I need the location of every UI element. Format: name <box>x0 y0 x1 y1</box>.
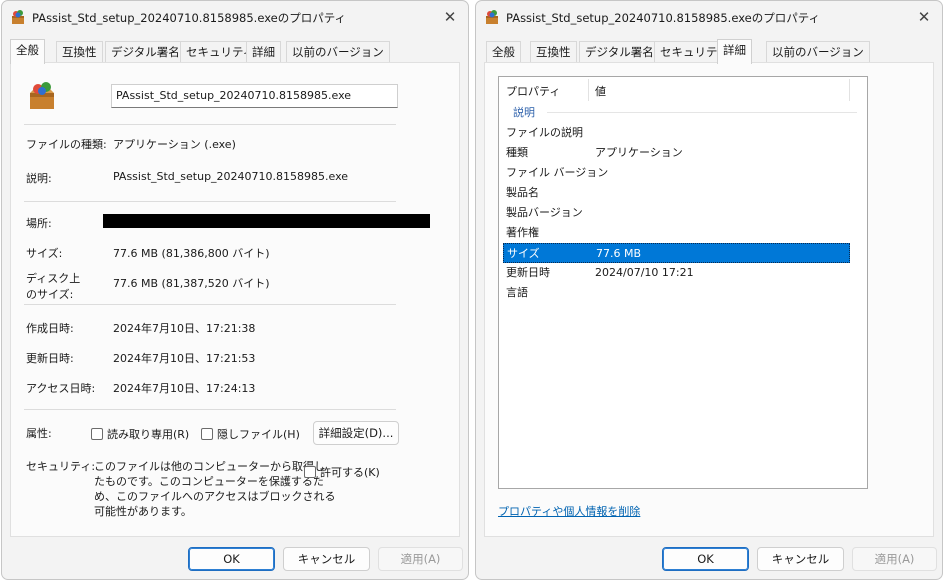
description-label: 説明: <box>26 172 52 185</box>
checkbox-box[interactable] <box>304 466 316 478</box>
list-item[interactable]: 言語 <box>503 283 850 303</box>
separator <box>24 124 396 125</box>
property-name: 言語 <box>506 286 528 299</box>
type-value: アプリケーション (.exe) <box>113 138 236 151</box>
hidden-checkbox-label: 隠しファイル(H) <box>217 428 300 441</box>
property-name: 製品名 <box>506 186 539 199</box>
tab-details[interactable]: 詳細 <box>717 39 752 64</box>
description-value: PAssist_Std_setup_20240710.8158985.exe <box>113 170 349 183</box>
list-item[interactable]: 種類 アプリケーション <box>503 143 850 163</box>
dialog-footer: OK キャンセル 適用(A) <box>476 537 942 579</box>
window-title: PAssist_Std_setup_20240710.8158985.exeのプ… <box>506 11 821 25</box>
window-title: PAssist_Std_setup_20240710.8158985.exeのプ… <box>32 11 347 25</box>
tab-digital-signatures[interactable]: デジタル署名 <box>105 41 186 63</box>
advanced-button[interactable]: 詳細設定(D)... <box>313 421 399 445</box>
close-icon[interactable]: ✕ <box>440 7 460 27</box>
remove-properties-link[interactable]: プロパティや個人情報を削除 <box>498 503 640 519</box>
installer-icon <box>12 10 24 24</box>
readonly-checkbox-label: 読み取り専用(R) <box>107 428 190 441</box>
checkbox-box[interactable] <box>91 428 103 440</box>
disk-size-label-line2: のサイズ: <box>26 288 74 301</box>
ok-button[interactable]: OK <box>662 547 749 571</box>
list-item[interactable]: ファイル バージョン <box>503 163 850 183</box>
tab-general[interactable]: 全般 <box>486 41 521 63</box>
tab-general[interactable]: 全般 <box>10 39 45 64</box>
disk-size-label-line1: ディスク上 <box>26 272 81 285</box>
created-value: 2024年7月10日、17:21:38 <box>113 322 256 335</box>
list-header: プロパティ 値 <box>499 77 867 103</box>
close-icon[interactable]: ✕ <box>914 7 934 27</box>
apply-button[interactable]: 適用(A) <box>852 547 937 571</box>
installer-icon <box>486 10 498 24</box>
security-text-line2: たものです。このコンピューターを保護するた <box>94 475 324 488</box>
attributes-label: 属性: <box>26 427 52 440</box>
accessed-value: 2024年7月10日、17:24:13 <box>113 382 256 395</box>
security-text-line1: このファイルは他のコンピューターから取得し <box>94 460 325 473</box>
property-value: アプリケーション <box>595 146 683 159</box>
tab-strip: 全般 互換性 デジタル署名 セキュリティ 詳細 以前のバージョン <box>10 39 460 64</box>
list-item[interactable]: 製品バージョン <box>503 203 850 223</box>
tab-compatibility[interactable]: 互換性 <box>530 41 577 63</box>
list-item-selected[interactable]: サイズ 77.6 MB <box>503 243 850 263</box>
property-name: ファイルの説明 <box>506 126 583 139</box>
created-label: 作成日時: <box>26 322 74 335</box>
list-item[interactable]: ファイルの説明 <box>503 123 850 143</box>
tab-previous-versions[interactable]: 以前のバージョン <box>766 41 870 63</box>
redacted-location-value <box>103 214 430 228</box>
list-item[interactable]: 製品名 <box>503 183 850 203</box>
property-value: 77.6 MB <box>596 247 642 260</box>
location-label: 場所: <box>26 217 52 230</box>
separator <box>24 201 396 202</box>
title-bar[interactable]: PAssist_Std_setup_20240710.8158985.exeのプ… <box>476 1 942 33</box>
readonly-checkbox[interactable]: 読み取り専用(R) <box>91 426 189 442</box>
unblock-checkbox[interactable]: 許可する(K) <box>304 464 380 480</box>
tab-details[interactable]: 詳細 <box>246 41 281 63</box>
dialog-footer: OK キャンセル 適用(A) <box>2 537 468 579</box>
column-divider[interactable] <box>849 79 850 101</box>
cancel-button[interactable]: キャンセル <box>283 547 370 571</box>
separator <box>24 304 396 305</box>
title-bar[interactable]: PAssist_Std_setup_20240710.8158985.exeのプ… <box>2 1 468 33</box>
property-name: 種類 <box>506 146 528 159</box>
disk-size-value: 77.6 MB (81,387,520 バイト) <box>113 277 270 290</box>
security-text-line4: 可能性があります。 <box>94 505 192 518</box>
column-header-property[interactable]: プロパティ <box>506 83 560 99</box>
column-divider[interactable] <box>588 79 589 101</box>
tab-compatibility[interactable]: 互換性 <box>56 41 103 63</box>
property-name: 製品バージョン <box>506 206 583 219</box>
properties-window-general: PAssist_Std_setup_20240710.8158985.exeのプ… <box>1 0 469 580</box>
group-header-description[interactable]: 説明 <box>513 104 535 120</box>
cancel-button[interactable]: キャンセル <box>757 547 844 571</box>
filename-input[interactable]: PAssist_Std_setup_20240710.8158985.exe <box>111 84 398 108</box>
type-label: ファイルの種類: <box>26 138 107 151</box>
property-name: 著作権 <box>506 226 539 239</box>
property-name: ファイル バージョン <box>506 166 609 179</box>
group-separator <box>547 112 857 113</box>
property-list[interactable]: プロパティ 値 説明 ファイルの説明 種類 アプリケーション ファイル バージョ… <box>498 76 868 489</box>
modified-value: 2024年7月10日、17:21:53 <box>113 352 256 365</box>
modified-label: 更新日時: <box>26 352 74 365</box>
unblock-checkbox-label: 許可する(K) <box>320 466 380 479</box>
property-name: サイズ <box>507 247 540 260</box>
tab-strip: 全般 互換性 デジタル署名 セキュリティ 詳細 以前のバージョン <box>484 39 934 64</box>
tab-digital-signatures[interactable]: デジタル署名 <box>579 41 660 63</box>
list-item[interactable]: 著作権 <box>503 223 850 243</box>
accessed-label: アクセス日時: <box>26 382 96 395</box>
apply-button[interactable]: 適用(A) <box>378 547 463 571</box>
list-item[interactable]: 更新日時 2024/07/10 17:21 <box>503 263 850 283</box>
ok-button[interactable]: OK <box>188 547 275 571</box>
size-label: サイズ: <box>26 247 63 260</box>
properties-window-details: PAssist_Std_setup_20240710.8158985.exeのプ… <box>475 0 943 580</box>
separator <box>24 409 396 410</box>
property-name: 更新日時 <box>506 266 550 279</box>
size-value: 77.6 MB (81,386,800 バイト) <box>113 247 270 260</box>
security-text-line3: め、このファイルへのアクセスはブロックされる <box>94 490 336 503</box>
hidden-checkbox[interactable]: 隠しファイル(H) <box>201 426 300 442</box>
tab-previous-versions[interactable]: 以前のバージョン <box>286 41 390 63</box>
property-value: 2024/07/10 17:21 <box>595 266 694 279</box>
column-header-value[interactable]: 値 <box>595 83 606 99</box>
checkbox-box[interactable] <box>201 428 213 440</box>
security-label: セキュリティ: <box>26 460 96 473</box>
installer-large-icon <box>30 82 54 109</box>
